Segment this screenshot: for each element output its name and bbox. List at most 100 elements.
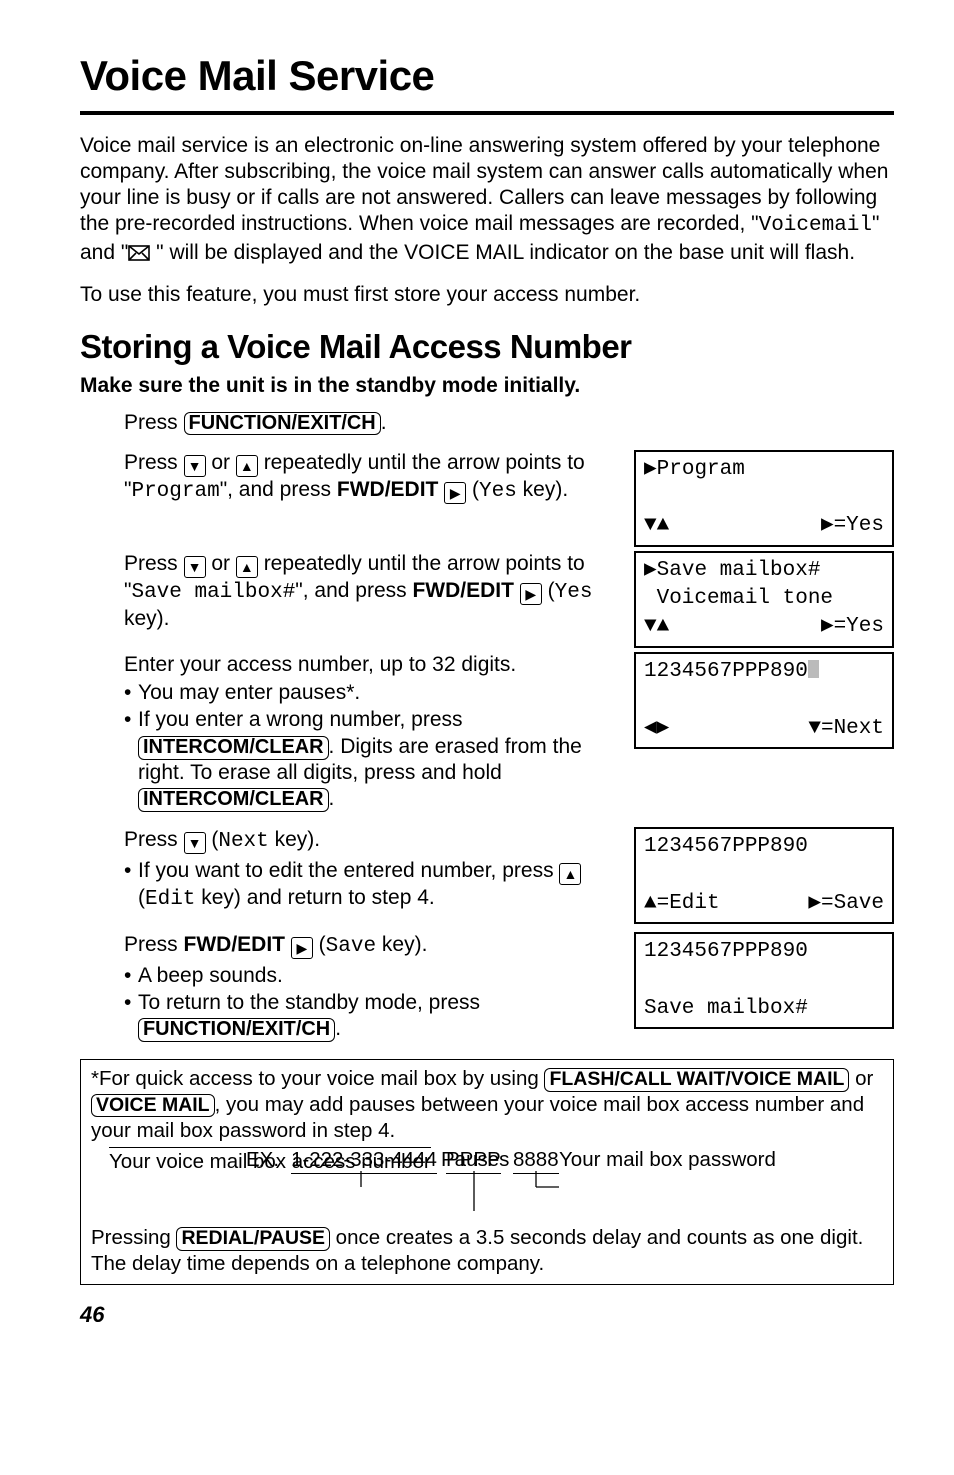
title-rule: [80, 111, 894, 115]
screen-program: ▶Program ▼▲ ▶=Yes: [634, 450, 894, 547]
s3d: ", and press: [295, 579, 412, 602]
envelope-icon: [128, 242, 150, 268]
standby-note: Make sure the unit is in the standby mod…: [80, 373, 894, 399]
screen-save-l2: Voicemail tone: [644, 585, 884, 613]
screen-save-mailbox-final: 1234567PPP890 Save mailbox#: [634, 932, 894, 1029]
screen-final-l2: Save mailbox#: [644, 995, 884, 1023]
s5c: key).: [269, 828, 320, 851]
step5-bullet1: If you want to edit the entered number, …: [124, 858, 618, 913]
fwd-edit-label: FWD/EDIT: [412, 579, 513, 602]
right-arrow-key-icon: ▶: [520, 583, 542, 605]
s3a: Press: [124, 552, 184, 575]
up-arrow-key-icon: ▲: [236, 556, 258, 578]
down-arrow-key-icon: ▼: [184, 556, 206, 578]
step4-bullet2: If you enter a wrong number, press INTER…: [124, 707, 618, 812]
s2b: or: [206, 451, 236, 474]
s2f: key).: [517, 478, 568, 501]
intercom-clear-key: INTERCOM/CLEAR: [138, 736, 329, 760]
screen-num-l1: 1234567PPP890: [644, 660, 808, 683]
screen-access-number: 1234567PPP890 ◀▶ ▼=Next: [634, 652, 894, 749]
program-literal: Program: [131, 480, 219, 503]
voicemail-literal: Voicemail: [759, 214, 872, 237]
screen-final-l1: 1234567PPP890: [644, 938, 884, 966]
s5b: (: [206, 828, 219, 851]
up-arrow-key-icon: ▲: [559, 863, 581, 885]
ex-pauses-label: Pauses: [441, 1147, 509, 1173]
page-title: Voice Mail Service: [80, 50, 894, 103]
screen-edit-l1: 1234567PPP890: [644, 833, 884, 861]
screen-program-l1: ▶Program: [644, 456, 884, 484]
s6b: (: [313, 933, 326, 956]
save-mailbox-literal: Save mailbox#: [131, 581, 295, 604]
voice-mail-key: VOICE MAIL: [91, 1094, 215, 1117]
screen-program-l2l: ▼▲: [644, 512, 669, 540]
s5b1a: If you want to edit the entered number, …: [138, 859, 559, 882]
f1b: or: [849, 1067, 873, 1090]
s6b2b: .: [335, 1017, 341, 1040]
s2e: (: [466, 478, 479, 501]
step1-pre: Press: [124, 411, 184, 434]
footnote-box: *For quick access to your voice mail box…: [80, 1059, 894, 1285]
screen-program-l2r: ▶=Yes: [821, 512, 884, 540]
s3b: or: [206, 552, 236, 575]
screen-save-l3r: ▶=Yes: [821, 613, 884, 641]
ex-access-label: Your voice mail box access number: [109, 1147, 449, 1175]
step-3: Press ▼ or ▲ repeatedly until the arrow …: [80, 551, 894, 648]
page-number: 46: [80, 1301, 894, 1329]
intercom-clear-key: INTERCOM/CLEAR: [138, 788, 329, 812]
flash-call-wait-voicemail-key: FLASH/CALL WAIT/VOICE MAIL: [544, 1068, 849, 1091]
intro-paragraph-2: To use this feature, you must first stor…: [80, 282, 894, 308]
intro-paragraph: Voice mail service is an electronic on-l…: [80, 133, 894, 268]
screen-save-l3l: ▼▲: [644, 613, 669, 641]
function-exit-ch-key: FUNCTION/EXIT/CH: [138, 1018, 335, 1042]
intro-text-c: " will be displayed and the VOICE MAIL i…: [150, 241, 855, 264]
edit-literal: Edit: [145, 888, 195, 911]
example-diagram: EX. 1-222-333-4444 PPPP 8888 Your voice …: [91, 1147, 883, 1225]
yes-literal: Yes: [479, 480, 517, 503]
screen-edit-l2l: ▲=Edit: [644, 890, 720, 918]
f1a: *For quick access to your voice mail box…: [91, 1067, 544, 1090]
step-5: Press ▼ (Next key). If you want to edit …: [80, 827, 894, 924]
screen-save-l1: ▶Save mailbox#: [644, 557, 884, 585]
screen-edit-save: 1234567PPP890 ▲=Edit▶=Save: [634, 827, 894, 924]
up-arrow-key-icon: ▲: [236, 455, 258, 477]
fwd-edit-label: FWD/EDIT: [184, 933, 285, 956]
save-literal: Save: [326, 935, 376, 958]
s6a: Press: [124, 933, 184, 956]
s6c: key).: [376, 933, 427, 956]
down-arrow-key-icon: ▼: [184, 832, 206, 854]
right-arrow-key-icon: ▶: [444, 482, 466, 504]
screen-num-l2r: ▼=Next: [808, 715, 884, 743]
step6-bullet2: To return to the standby mode, press FUN…: [124, 990, 618, 1043]
s6b2a: To return to the standby mode, press: [138, 991, 480, 1014]
cursor-icon: [808, 660, 819, 678]
step1-post: .: [381, 411, 387, 434]
s5b1b: (: [138, 886, 145, 909]
step4-main: Enter your access number, up to 32 digit…: [124, 652, 618, 678]
step-4: Enter your access number, up to 32 digit…: [80, 652, 894, 814]
footnote-1: *For quick access to your voice mail box…: [91, 1066, 883, 1143]
next-literal: Next: [218, 830, 268, 853]
screen-num-l2l: ◀▶: [644, 715, 669, 743]
step6-bullet1: A beep sounds.: [124, 963, 618, 989]
s3f: key).: [124, 607, 170, 630]
step-2: Press ▼ or ▲ repeatedly until the arrow …: [80, 450, 894, 547]
s4b2c: .: [329, 787, 335, 810]
footnote-2: Pressing REDIAL/PAUSE once creates a 3.5…: [91, 1225, 883, 1276]
screen-save-mailbox: ▶Save mailbox# Voicemail tone▼▲ ▶=Yes: [634, 551, 894, 648]
step-1: Press FUNCTION/EXIT/CH.: [124, 410, 894, 436]
s4b2a: If you enter a wrong number, press: [138, 708, 463, 731]
redial-pause-key: REDIAL/PAUSE: [176, 1227, 330, 1250]
s5b1c: key) and return to step 4.: [195, 886, 434, 909]
f2a: Pressing: [91, 1226, 176, 1249]
step4-bullet1: You may enter pauses*.: [124, 680, 618, 706]
function-exit-ch-key: FUNCTION/EXIT/CH: [184, 412, 381, 436]
right-arrow-key-icon: ▶: [291, 937, 313, 959]
down-arrow-key-icon: ▼: [184, 455, 206, 477]
yes-literal: Yes: [555, 581, 593, 604]
ex-password-label: Your mail box password: [559, 1147, 776, 1173]
section-heading: Storing a Voice Mail Access Number: [80, 326, 894, 367]
s5a: Press: [124, 828, 184, 851]
s2a: Press: [124, 451, 184, 474]
s2d: ", and press: [220, 478, 337, 501]
